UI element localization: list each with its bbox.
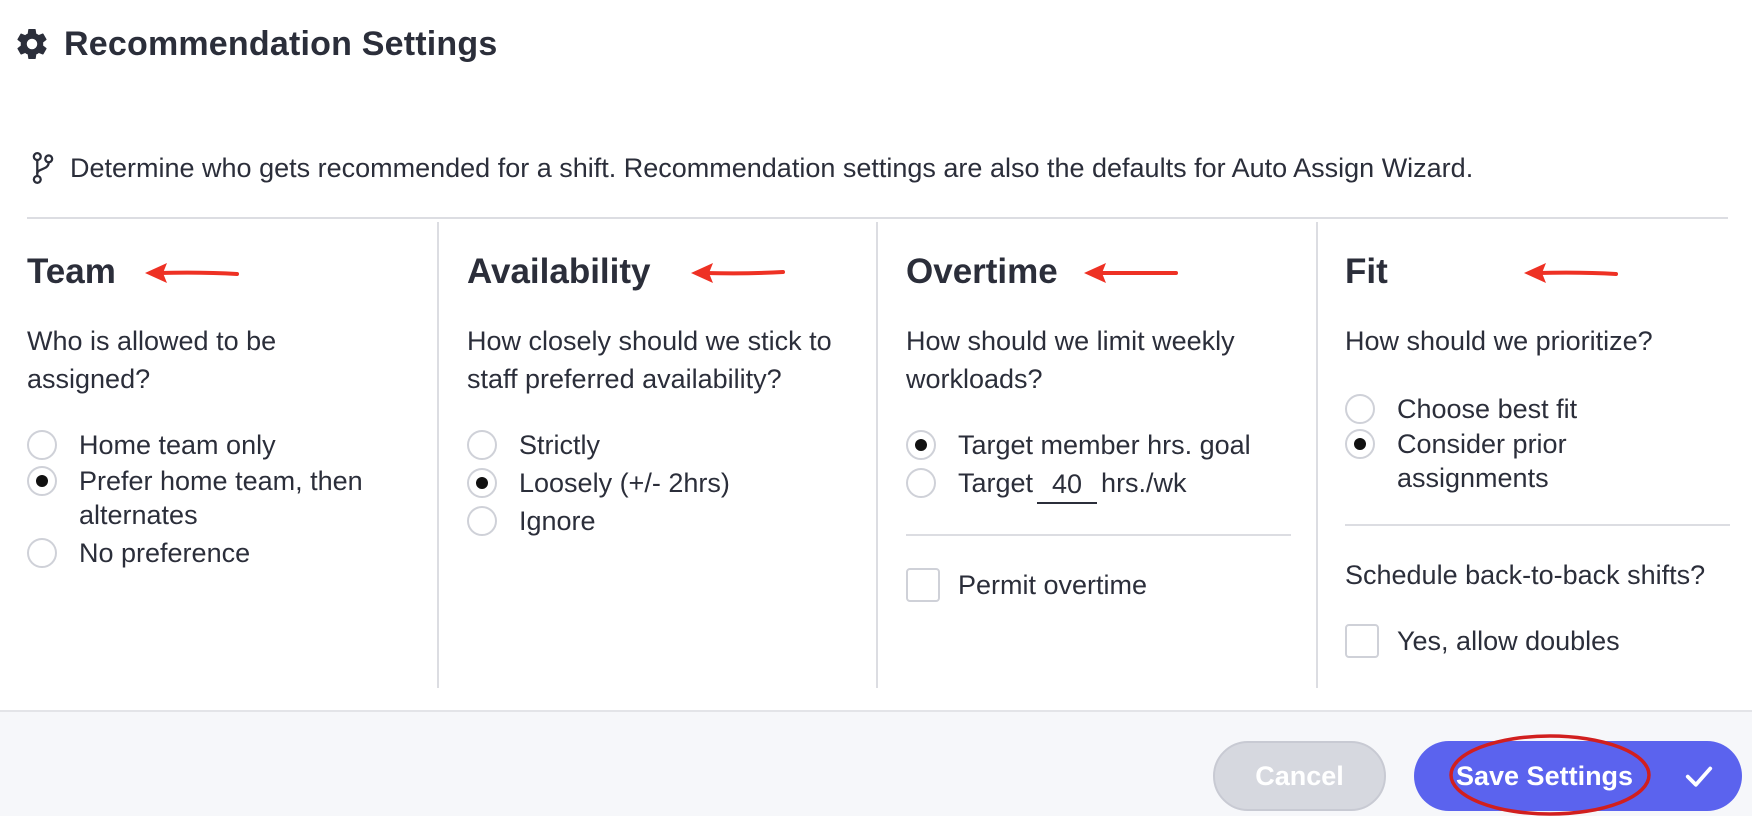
section-divider	[27, 217, 1728, 219]
team-title: Team	[27, 252, 116, 291]
team-question: Who is allowed to be assigned?	[27, 326, 277, 394]
radio-button-selected[interactable]	[467, 468, 497, 498]
radio-button[interactable]	[906, 468, 936, 498]
checkmark-icon	[1685, 766, 1713, 787]
team-section: Team Who is allowed to be assigned? Home…	[27, 222, 427, 688]
modal-header: Recommendation Settings	[14, 20, 497, 68]
fit-section: Fit How should we prioritize? Choose bes…	[1345, 222, 1735, 688]
availability-option-loosely[interactable]: Loosely (+/- 2hrs)	[467, 466, 730, 500]
overtime-question: How should we limit weekly workloads?	[906, 326, 1235, 394]
cancel-button[interactable]: Cancel	[1213, 741, 1386, 811]
page-title: Recommendation Settings	[64, 24, 498, 63]
settings-description: Determine who gets recommended for a shi…	[30, 152, 1473, 184]
fit-question: How should we prioritize?	[1345, 326, 1653, 356]
save-button-label: Save Settings	[1456, 760, 1634, 791]
radio-button[interactable]	[467, 506, 497, 536]
radio-button[interactable]	[27, 538, 57, 568]
overtime-option-target-hours[interactable]: Target hrs./wk	[906, 466, 1187, 504]
radio-button-selected[interactable]	[906, 430, 936, 460]
overtime-section: Overtime How should we limit weekly work…	[906, 222, 1306, 688]
column-divider	[876, 222, 878, 688]
team-option-prefer-home[interactable]: Prefer home team, then alternates	[27, 464, 387, 532]
gear-icon	[17, 29, 47, 60]
description-text: Determine who gets recommended for a shi…	[70, 152, 1474, 183]
radio-button-selected[interactable]	[1345, 429, 1375, 459]
branch-icon	[32, 152, 54, 184]
overtime-option-member-goal[interactable]: Target member hrs. goal	[906, 428, 1251, 462]
availability-section: Availability How closely should we stick…	[467, 222, 867, 688]
overtime-title: Overtime	[906, 252, 1058, 291]
annotation-arrow	[1524, 263, 1618, 283]
section-divider	[1345, 524, 1730, 526]
radio-button[interactable]	[27, 430, 57, 460]
column-divider	[437, 222, 439, 688]
allow-doubles-checkbox[interactable]	[1345, 624, 1379, 658]
fit-option-best-fit[interactable]: Choose best fit	[1345, 392, 1577, 426]
doubles-question: Schedule back-to-back shifts?	[1345, 560, 1706, 590]
availability-question: How closely should we stick to staff pre…	[467, 326, 832, 394]
save-settings-button[interactable]: Save Settings	[1414, 741, 1742, 811]
permit-overtime-checkbox-row[interactable]: Permit overtime	[906, 568, 1147, 602]
column-divider	[1316, 222, 1318, 688]
radio-button[interactable]	[467, 430, 497, 460]
allow-doubles-checkbox-row[interactable]: Yes, allow doubles	[1345, 624, 1620, 658]
annotation-arrow	[1084, 263, 1178, 283]
permit-overtime-checkbox[interactable]	[906, 568, 940, 602]
fit-title: Fit	[1345, 252, 1388, 291]
availability-option-ignore[interactable]: Ignore	[467, 504, 596, 538]
team-option-home-only[interactable]: Home team only	[27, 428, 276, 462]
radio-button[interactable]	[1345, 394, 1375, 424]
annotation-arrow	[691, 263, 785, 283]
section-divider	[906, 534, 1291, 536]
team-option-no-preference[interactable]: No preference	[27, 536, 250, 570]
availability-title: Availability	[467, 252, 651, 291]
radio-button-selected[interactable]	[27, 466, 57, 496]
annotation-arrow	[145, 263, 239, 283]
fit-option-prior-assignments[interactable]: Consider prior assignments	[1345, 427, 1625, 495]
target-hours-input[interactable]	[1037, 466, 1098, 504]
availability-option-strictly[interactable]: Strictly	[467, 428, 600, 462]
